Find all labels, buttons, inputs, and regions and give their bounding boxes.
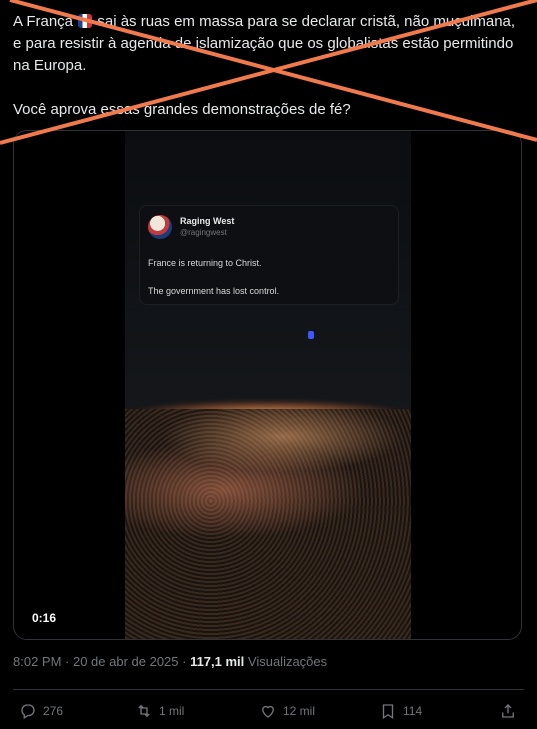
bookmark-count: 114 <box>403 704 423 718</box>
embedded-post-line1: France is returning to Christ. <box>148 258 262 268</box>
divider <box>13 689 524 690</box>
repost-count: 1 mil <box>159 704 185 718</box>
share-icon <box>502 704 514 718</box>
embedded-post-handle: @ragingwest <box>180 228 227 237</box>
bookmark-button[interactable]: 114 <box>379 700 422 722</box>
tweet-text: A França sai às ruas em massa para se de… <box>13 11 525 121</box>
like-button[interactable]: 12 mil <box>259 700 315 722</box>
media-container[interactable]: Raging West @ragingwest France is return… <box>13 130 522 640</box>
france-flag-icon <box>78 14 93 28</box>
embedded-post-author: Raging West <box>180 216 235 226</box>
reply-button[interactable]: 276 <box>19 700 63 722</box>
avatar <box>148 215 172 239</box>
like-count: 12 mil <box>283 704 316 718</box>
reply-count: 276 <box>43 704 64 718</box>
embedded-post-card: Raging West @ragingwest France is return… <box>139 205 399 305</box>
reply-icon <box>21 704 35 719</box>
tweet-datetime[interactable]: 8:02 PM · 20 de abr de 2025 · <box>13 654 190 669</box>
repost-icon <box>138 704 150 718</box>
crowd-image <box>125 409 411 639</box>
bookmark-icon <box>382 704 394 720</box>
views-label: Visualizações <box>244 654 328 669</box>
tweet-meta: 8:02 PM · 20 de abr de 2025 · 117,1 mil … <box>13 654 327 669</box>
embedded-post-line2: The government has lost control. <box>148 286 280 296</box>
repost-button[interactable]: 1 mil <box>135 700 184 722</box>
video-duration: 0:16 <box>32 611 57 625</box>
tweet-text-part1: A França <box>13 13 78 30</box>
heart-icon <box>262 705 274 718</box>
video-player[interactable]: Raging West @ragingwest France is return… <box>125 131 411 639</box>
views-count: 117,1 mil <box>190 654 245 669</box>
tweet-actions: 276 1 mil 12 mil 114 <box>13 700 524 722</box>
share-button[interactable] <box>499 700 517 722</box>
light-spot <box>308 331 314 339</box>
tweet-text-part2: sai às ruas em massa para se declarar cr… <box>13 13 516 118</box>
